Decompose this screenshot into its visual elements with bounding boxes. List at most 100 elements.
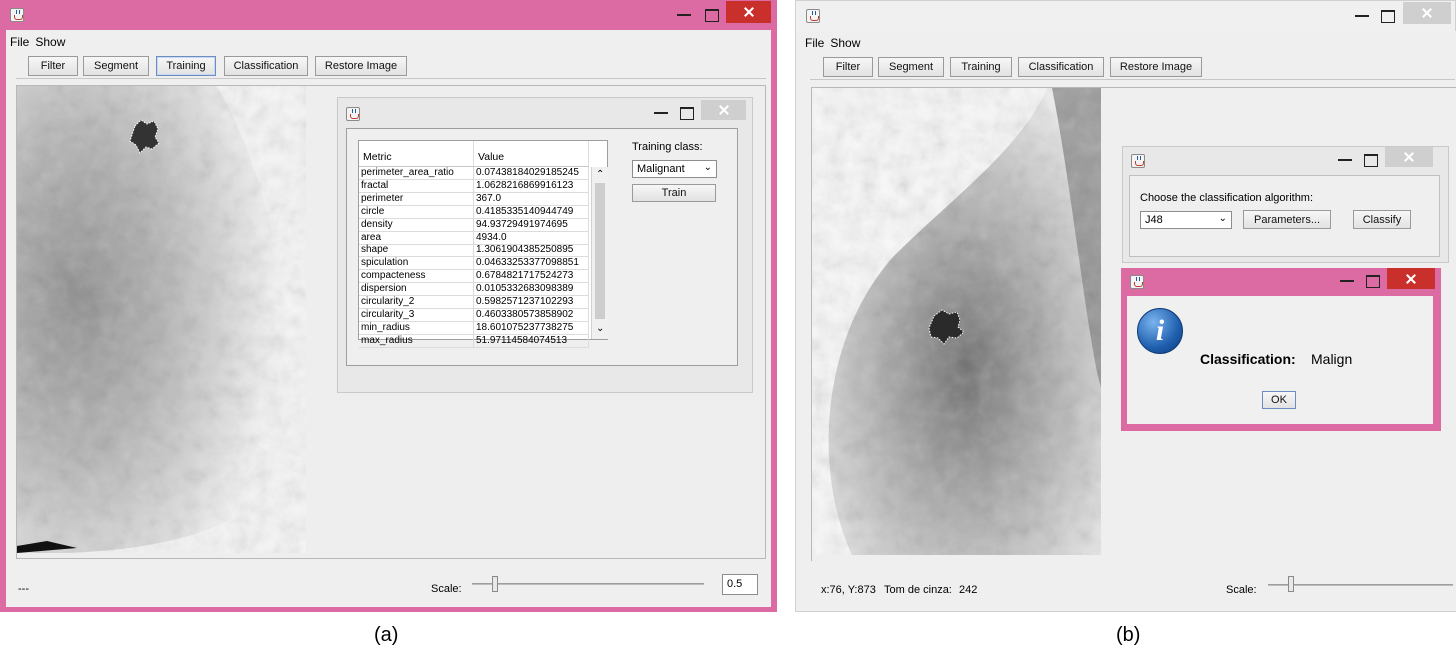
minimize-icon[interactable] — [650, 102, 672, 122]
classification-dialog: Choose the classification algorithm: J48… — [1122, 146, 1449, 263]
maximize-icon[interactable] — [701, 3, 723, 23]
algorithm-value: J48 — [1145, 214, 1163, 226]
metric-cell: perimeter — [359, 192, 474, 206]
java-icon — [806, 9, 820, 23]
training-class-select[interactable]: Malignant ⌄ — [632, 160, 717, 178]
scale-slider-thumb[interactable] — [492, 576, 498, 592]
java-icon — [10, 8, 24, 22]
filter-button[interactable]: Filter — [823, 57, 873, 77]
value-cell: 4934.0 — [474, 231, 589, 245]
scale-slider[interactable] — [1268, 584, 1453, 586]
metric-cell: circle — [359, 205, 474, 219]
table-scrollbar[interactable]: ⌃ ⌄ — [591, 167, 608, 339]
parameters-button[interactable]: Parameters... — [1243, 210, 1331, 229]
train-button[interactable]: Train — [632, 184, 716, 202]
scale-slider[interactable] — [472, 583, 704, 585]
metric-cell: circularity_2 — [359, 296, 474, 309]
restore-image-button[interactable]: Restore Image — [1110, 57, 1202, 77]
left-titlebar[interactable] — [0, 0, 777, 28]
value-cell: 0.07438184029185245 — [474, 167, 589, 180]
training-button[interactable]: Training — [156, 56, 216, 76]
minimize-icon[interactable] — [1336, 270, 1358, 290]
metric-cell: dispersion — [359, 283, 474, 297]
algorithm-select[interactable]: J48 ⌄ — [1140, 211, 1232, 229]
menu-show[interactable]: Show — [830, 36, 860, 50]
maximize-icon[interactable] — [1362, 269, 1384, 289]
left-menubar: File Show — [10, 35, 71, 49]
classify-button[interactable]: Classify — [1353, 210, 1411, 229]
training-button[interactable]: Training — [950, 57, 1012, 77]
scale-label: Scale: — [1226, 584, 1257, 596]
table-row[interactable]: dispersion 0.0105332683098389 — [359, 283, 589, 297]
training-dialog: Metric Value perimeter_area_ratio 0.07438… — [337, 97, 753, 393]
table-row[interactable]: circularity_3 0.4603380573858902 — [359, 308, 589, 322]
close-icon[interactable] — [701, 100, 746, 120]
left-client-area: File Show Filter Segment Training Classif… — [6, 30, 771, 607]
table-row[interactable]: perimeter 367.0 — [359, 192, 589, 206]
menu-file[interactable]: File — [805, 36, 824, 50]
menu-show[interactable]: Show — [35, 35, 65, 49]
metric-cell: density — [359, 218, 474, 232]
scale-label: Scale: — [431, 583, 462, 595]
column-metric[interactable]: Metric — [359, 141, 474, 166]
table-row[interactable]: circularity_2 0.5982571237102293 — [359, 296, 589, 309]
table-row[interactable]: compacteness 0.6784821717524273 — [359, 270, 589, 284]
table-row[interactable]: density 94.93729491974695 — [359, 218, 589, 232]
minimize-icon[interactable] — [1334, 149, 1356, 169]
close-icon[interactable] — [1387, 268, 1435, 289]
table-row[interactable]: fractal 1.0628216869916123 — [359, 179, 589, 193]
menu-file[interactable]: File — [10, 35, 29, 49]
java-icon — [1130, 275, 1144, 289]
caption-b: (b) — [1116, 624, 1141, 646]
chevron-down-icon: ⌄ — [1218, 213, 1227, 224]
classification-dialog-body: Choose the classification algorithm: J48… — [1129, 175, 1440, 257]
scale-slider-thumb[interactable] — [1288, 576, 1294, 592]
table-row[interactable]: circle 0.4185335140944749 — [359, 205, 589, 219]
segment-button[interactable]: Segment — [83, 56, 149, 76]
table-row[interactable]: perimeter_area_ratio 0.07438184029185245 — [359, 167, 589, 180]
scroll-down-icon[interactable]: ⌄ — [596, 323, 604, 334]
left-app-window: File Show Filter Segment Training Classif… — [0, 0, 777, 612]
restore-image-button[interactable]: Restore Image — [315, 56, 407, 76]
classification-button[interactable]: Classification — [1018, 57, 1104, 77]
metric-cell: area — [359, 231, 474, 245]
ok-button[interactable]: OK — [1262, 391, 1296, 409]
scroll-thumb[interactable] — [595, 183, 605, 319]
table-row[interactable]: spiculation 0.04633253377098851 — [359, 257, 589, 271]
close-icon[interactable] — [726, 1, 771, 23]
maximize-icon[interactable] — [676, 101, 698, 121]
table-row[interactable]: min_radius 18.601075237738275 — [359, 321, 589, 335]
close-icon[interactable] — [1403, 2, 1451, 24]
message-dialog: i Classification: Malign OK — [1121, 268, 1441, 431]
mammogram-image — [17, 86, 306, 553]
image-panel: Metric Value perimeter_area_ratio 0.07438… — [16, 85, 766, 559]
classification-button[interactable]: Classification — [224, 56, 308, 76]
chevron-down-icon: ⌄ — [703, 162, 712, 173]
table-row[interactable]: shape 1.3061904385250895 — [359, 244, 589, 258]
toolbar-separator — [16, 78, 766, 79]
metrics-table: Metric Value perimeter_area_ratio 0.07438… — [358, 140, 608, 348]
metric-cell: compacteness — [359, 270, 474, 284]
close-icon[interactable] — [1385, 147, 1433, 167]
segment-button[interactable]: Segment — [878, 57, 944, 77]
maximize-icon[interactable] — [1377, 4, 1399, 24]
right-client-area: File Show Filter Segment Training Classif… — [796, 31, 1456, 611]
mammogram-image — [812, 88, 1101, 555]
minimize-icon[interactable] — [673, 4, 695, 24]
right-titlebar[interactable] — [796, 1, 1455, 29]
filter-button[interactable]: Filter — [28, 56, 78, 76]
table-row[interactable]: max_radius 51.97114584074513 — [359, 334, 589, 348]
message-dialog-body: i Classification: Malign OK — [1127, 296, 1433, 424]
metrics-table-header: Metric Value — [359, 141, 589, 167]
column-value[interactable]: Value — [474, 141, 589, 166]
java-icon — [346, 107, 360, 121]
value-cell: 51.97114584074513 — [474, 334, 589, 348]
scale-input[interactable]: 0.5 — [722, 574, 758, 595]
java-icon — [1131, 154, 1145, 168]
maximize-icon[interactable] — [1360, 148, 1382, 168]
value-cell: 367.0 — [474, 192, 589, 206]
table-row[interactable]: area 4934.0 — [359, 231, 589, 245]
scroll-up-icon[interactable]: ⌃ — [596, 169, 604, 180]
metric-cell: min_radius — [359, 321, 474, 335]
minimize-icon[interactable] — [1351, 5, 1373, 25]
